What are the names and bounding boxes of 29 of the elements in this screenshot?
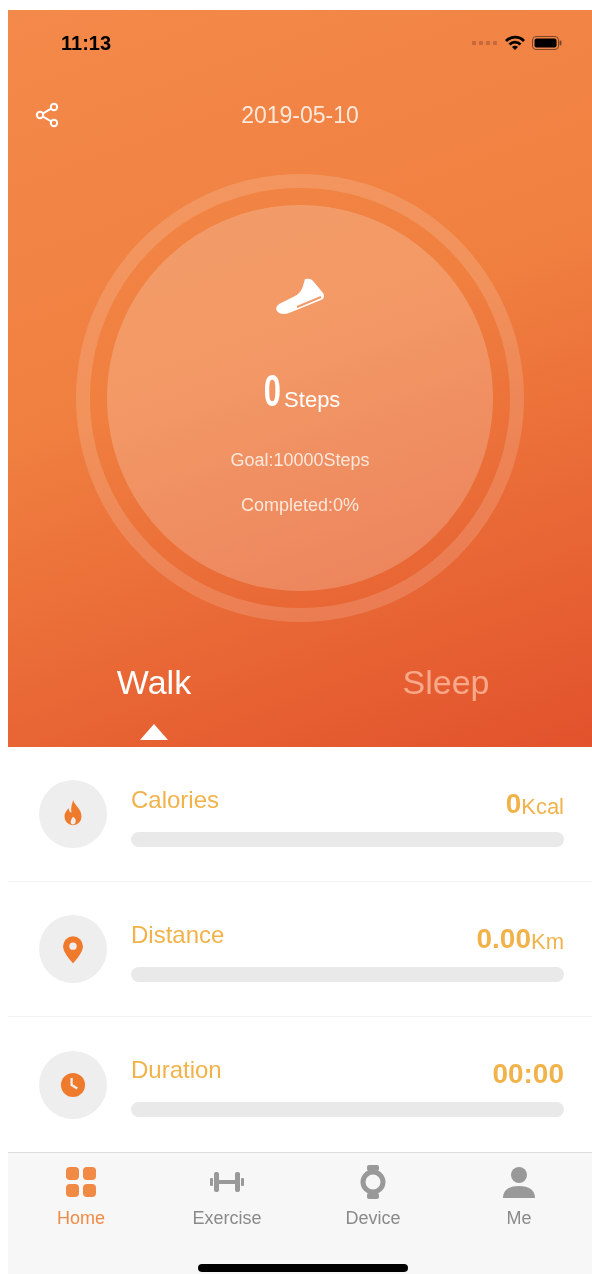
battery-icon <box>532 36 562 50</box>
tab[interactable]: Walk <box>116 662 192 702</box>
tab-indicator <box>140 724 168 740</box>
nav-tab[interactable]: Home <box>8 1165 154 1233</box>
date-label: 2019-05-10 <box>241 100 359 130</box>
metric-label: Duration <box>131 1055 222 1086</box>
signal-icon <box>472 40 498 46</box>
share-icon[interactable] <box>34 102 60 128</box>
steps-value: 0 <box>263 369 281 413</box>
steps-unit: Steps <box>284 389 341 411</box>
nav-tab[interactable]: Me <box>446 1165 592 1233</box>
grid-icon <box>65 1166 97 1199</box>
metric-value: 0.00 <box>476 924 531 953</box>
completed-text: Completed:0% <box>240 494 360 517</box>
metric-label: Distance <box>131 919 225 950</box>
metric-value: 0 <box>505 789 522 818</box>
metric-label: Calories <box>131 784 220 815</box>
person-icon <box>503 1166 535 1199</box>
tab[interactable]: Sleep <box>402 662 490 702</box>
nav-tab[interactable]: Exercise <box>154 1165 300 1233</box>
status-time: 11:13 <box>61 31 112 56</box>
shoe-icon <box>275 277 325 317</box>
goal-text: Goal:10000Steps <box>230 449 370 472</box>
watch-icon <box>359 1165 387 1200</box>
wifi-icon <box>504 35 526 51</box>
nav-tab[interactable]: Device <box>300 1165 446 1233</box>
metric-unit: Kcal <box>521 795 564 818</box>
metric-value: 00:00 <box>492 1060 564 1089</box>
metric-unit: Km <box>531 930 564 953</box>
